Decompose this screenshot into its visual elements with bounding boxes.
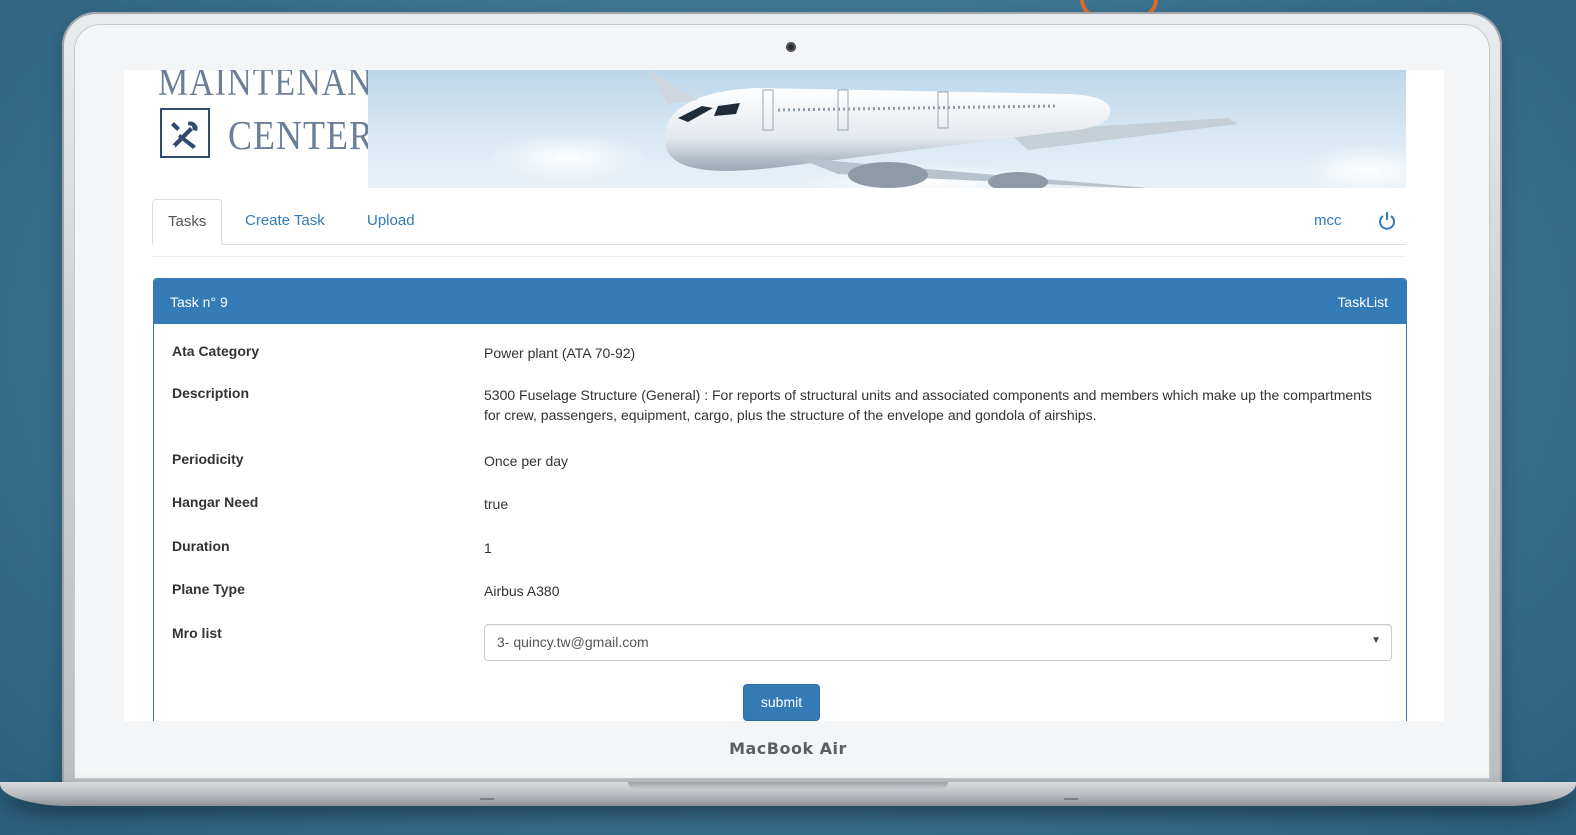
field-label: Ata Category [172,343,260,359]
laptop-foot [480,798,494,800]
field-value: 1 [484,540,492,556]
site-header: MAINTENANCE CENTER [124,70,1444,188]
task-title: Task n° 9 [170,293,228,310]
tasklist-link[interactable]: TaskList [1337,294,1388,310]
chevron-down-icon: ▼ [1371,635,1381,646]
browser-screen: MAINTENANCE CENTER Tasks Create Task Upl… [124,70,1444,721]
select-value: 3- quincy.tw@gmail.com [497,634,649,650]
laptop-foot [1064,798,1078,800]
field-value: Airbus A380 [484,583,560,599]
camera-icon [786,42,796,52]
power-icon[interactable] [1370,199,1404,243]
field-label: Description [172,385,250,401]
tab-tasks[interactable]: Tasks [152,199,223,245]
tools-icon [160,108,210,158]
divider [152,256,1406,257]
user-menu[interactable]: mcc [1299,199,1357,243]
tab-create-task[interactable]: Create Task [230,199,340,243]
airplane-banner [368,70,1406,188]
field-value: true [484,496,509,512]
laptop-hinge-notch [628,782,948,789]
field-label: Hangar Need [172,494,259,510]
device-brand-label: MacBook Air [729,739,847,758]
field-value: Power plant (ATA 70-92) [484,345,636,361]
field-label: Mro list [172,625,222,641]
tab-upload[interactable]: Upload [352,199,430,243]
submit-button[interactable]: submit [743,684,820,721]
field-label: Duration [172,538,230,554]
main-nav: Tasks Create Task Upload mcc [152,199,1406,245]
field-value: 5300 Fuselage Structure (General) : For … [484,387,1372,423]
mro-list-select[interactable]: 3- quincy.tw@gmail.com ▼ [484,624,1392,661]
field-value: Once per day [484,453,569,469]
panel-heading: Task n° 9 TaskList [154,279,1406,324]
field-label: Plane Type [172,581,245,597]
logo-title-bottom: CENTER [228,112,374,158]
field-label: Periodicity [172,451,244,467]
task-panel: Task n° 9 TaskList Ata Category Power pl… [153,278,1407,721]
